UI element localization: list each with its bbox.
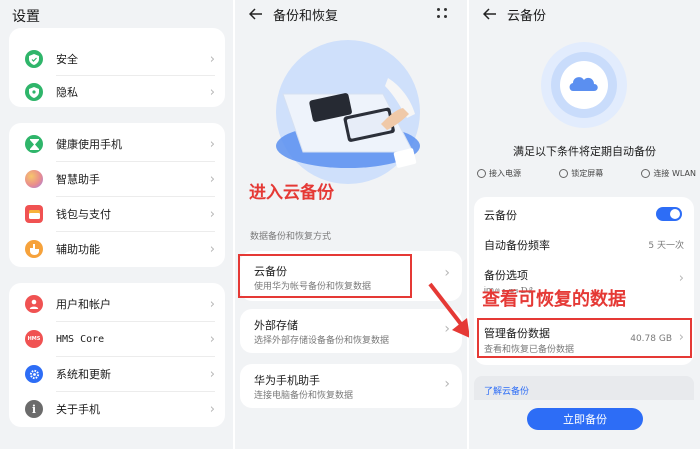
settings-item-accounts[interactable]: 用户和帐户 › — [9, 287, 225, 321]
assistant-icon — [25, 170, 43, 188]
annotation-view-restorable-data: 查看可恢复的数据 — [482, 289, 626, 310]
chevron-right-icon: › — [209, 366, 215, 382]
option-subtitle: 选择外部存储设备备份和恢复数据 — [254, 336, 390, 346]
settings-group-features: 健康使用手机 › 智慧助手 › 钱包与支付 › 辅助功能 › — [9, 123, 225, 267]
condition-lock: 锁定屏幕 — [559, 166, 603, 180]
chevron-right-icon: › — [209, 51, 215, 67]
backup-restore-panel: 备份和恢复 进入云备份 数据备份和恢复方式 云备份 使用华为帐号备份和恢复数据 … — [235, 0, 467, 449]
backup-frequency-row[interactable]: 自动备份频率 5 天一次 — [484, 235, 684, 253]
settings-item-about-phone[interactable]: i 关于手机 › — [9, 392, 225, 426]
chevron-right-icon: › — [678, 271, 684, 286]
settings-item-digital-balance[interactable]: 健康使用手机 › — [9, 127, 225, 161]
back-arrow-icon[interactable] — [477, 0, 503, 28]
settings-item-accessibility[interactable]: 辅助功能 › — [9, 232, 225, 266]
settings-item-label: 智慧助手 — [56, 173, 100, 186]
chevron-right-icon: › — [209, 171, 215, 187]
settings-item-hms-core[interactable]: HMS HMS Core › — [9, 322, 225, 356]
chevron-right-icon: › — [209, 241, 215, 257]
frequency-label: 自动备份频率 — [484, 239, 550, 252]
frequency-value: 5 天一次 — [648, 241, 684, 251]
settings-item-wallet[interactable]: 钱包与支付 › — [9, 197, 225, 231]
app-bar: 云备份 — [469, 0, 700, 28]
app-bar: 备份和恢复 — [235, 0, 467, 28]
wallet-icon — [25, 205, 43, 223]
chevron-right-icon: › — [209, 136, 215, 152]
cloud-backup-panel: 云备份 满足以下条件将定期自动备份 接入电源 锁定屏幕 连接 WLAN 云备份 — [469, 0, 700, 449]
chevron-right-icon: › — [209, 206, 215, 222]
learn-cloud-backup-link[interactable]: 了解云备份 — [484, 384, 529, 397]
cloud-backup-label: 云备份 — [484, 209, 517, 222]
condition-wlan: 连接 WLAN — [641, 166, 696, 180]
option-title: 华为手机助手 — [254, 374, 320, 387]
page-title: 云备份 — [507, 8, 547, 24]
wifi-icon — [641, 168, 651, 178]
page-title: 设置 — [12, 9, 40, 25]
option-subtitle: 连接电脑备份和恢复数据 — [254, 391, 354, 401]
privacy-icon — [25, 83, 43, 101]
settings-group-system: 用户和帐户 › HMS HMS Core › 系统和更新 › i 关于手机 › — [9, 283, 225, 427]
settings-group-security: 安全 › 隐私 › — [9, 28, 225, 107]
settings-item-label: 安全 — [56, 53, 78, 66]
highlight-manage-backup — [477, 318, 692, 358]
chevron-right-icon: › — [444, 376, 450, 392]
settings-item-system-update[interactable]: 系统和更新 › — [9, 357, 225, 391]
cloud-backup-toggle-row: 云备份 — [484, 205, 684, 223]
settings-item-label: HMS Core — [56, 333, 105, 345]
options-label: 备份选项 — [484, 269, 528, 282]
highlight-cloud-backup — [238, 254, 412, 298]
option-title: 外部存储 — [254, 319, 298, 332]
chevron-right-icon: › — [209, 331, 215, 347]
annotation-enter-cloud-backup: 进入云备份 — [249, 183, 334, 203]
settings-item-label: 用户和帐户 — [56, 298, 111, 311]
settings-panel: 设置 安全 › 隐私 › 健康使用手机 › 智慧助手 › 钱包与支付 › 辅助功… — [0, 0, 233, 449]
settings-item-label: 钱包与支付 — [56, 208, 111, 221]
hms-icon: HMS — [25, 330, 43, 348]
conditions-row: 接入电源 锁定屏幕 连接 WLAN — [477, 166, 696, 180]
settings-item-label: 健康使用手机 — [56, 138, 122, 151]
chevron-right-icon: › — [209, 296, 215, 312]
section-label: 数据备份和恢复方式 — [250, 232, 332, 242]
shield-icon — [25, 50, 43, 68]
backup-option-hisuite[interactable]: 华为手机助手 连接电脑备份和恢复数据 › — [240, 364, 462, 408]
settings-item-label: 关于手机 — [56, 403, 100, 416]
info-icon: i — [25, 400, 43, 418]
chevron-right-icon: › — [444, 265, 450, 281]
cloud-backup-toggle[interactable] — [656, 207, 682, 221]
lock-icon — [559, 168, 569, 178]
more-icon[interactable] — [435, 6, 449, 20]
backup-illustration — [263, 34, 433, 184]
plug-icon — [477, 168, 486, 178]
settings-item-label: 系统和更新 — [56, 368, 111, 381]
settings-item-security[interactable]: 安全 › — [9, 42, 225, 76]
settings-item-label: 辅助功能 — [56, 243, 100, 256]
user-icon — [25, 295, 43, 313]
page-title: 备份和恢复 — [273, 8, 339, 24]
settings-item-privacy[interactable]: 隐私 › — [9, 77, 225, 107]
settings-item-label: 隐私 — [56, 86, 78, 99]
settings-item-assistant[interactable]: 智慧助手 › — [9, 162, 225, 196]
condition-power: 接入电源 — [477, 166, 521, 180]
hourglass-icon — [25, 135, 43, 153]
backup-now-button[interactable]: 立即备份 — [527, 408, 643, 430]
chevron-right-icon: › — [209, 401, 215, 417]
gear-icon — [25, 365, 43, 383]
back-arrow-icon[interactable] — [243, 0, 269, 28]
cloud-icon — [539, 40, 629, 130]
auto-backup-heading: 满足以下条件将定期自动备份 — [513, 145, 656, 158]
hand-icon — [25, 240, 43, 258]
chevron-right-icon: › — [209, 84, 215, 100]
